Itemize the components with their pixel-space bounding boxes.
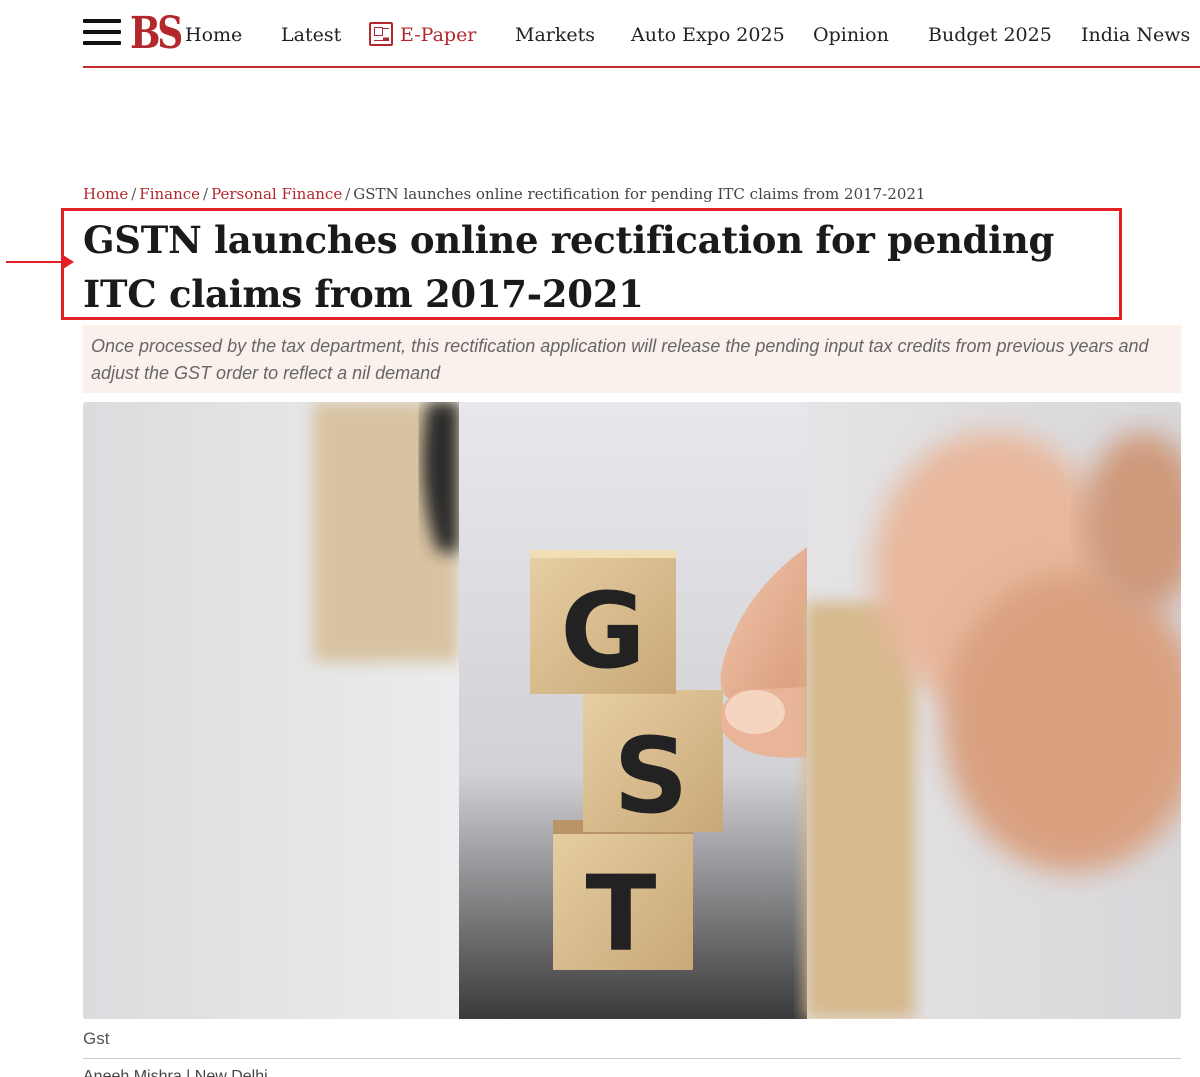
breadcrumb-current: GSTN launches online rectification for p… [353, 185, 926, 203]
site-logo[interactable]: BS [130, 4, 183, 64]
breadcrumb-home[interactable]: Home [83, 185, 128, 203]
breadcrumb-separator: / [131, 185, 137, 203]
article-summary: Once processed by the tax department, th… [83, 325, 1181, 393]
section-divider [83, 1058, 1181, 1059]
image-caption: Gst [83, 1029, 110, 1048]
annotation-arrow-line [6, 261, 66, 263]
nav-epaper[interactable]: E-Paper [369, 20, 476, 50]
nav-india-news[interactable]: India News [1081, 20, 1190, 50]
nav-opinion[interactable]: Opinion [813, 20, 889, 50]
article-hero-image: G S T [83, 402, 1181, 1019]
nav-epaper-label: E-Paper [400, 24, 477, 46]
nav-budget[interactable]: Budget 2025 [928, 20, 1052, 50]
breadcrumb: Home / Finance / Personal Finance / GSTN launc… [83, 183, 925, 205]
nav-home[interactable]: Home [185, 20, 242, 50]
hamburger-menu-icon[interactable] [83, 19, 121, 47]
newspaper-icon [369, 22, 393, 46]
image-letter-t: T [586, 853, 657, 975]
nav-auto-expo[interactable]: Auto Expo 2025 [631, 20, 785, 50]
article-byline: Aneeh Mishra | New Delhi [83, 1068, 268, 1077]
breadcrumb-separator: / [345, 185, 351, 203]
article-headline: GSTN launches online rectification for p… [83, 218, 1055, 316]
image-letter-s: S [614, 715, 689, 837]
breadcrumb-personal-finance[interactable]: Personal Finance [211, 185, 342, 203]
image-letter-g: G [560, 570, 645, 692]
breadcrumb-separator: / [203, 185, 209, 203]
breadcrumb-finance[interactable]: Finance [139, 185, 200, 203]
nav-latest[interactable]: Latest [281, 20, 341, 50]
nav-markets[interactable]: Markets [515, 20, 595, 50]
top-navigation: BS Home Latest E-Paper Markets Auto Expo… [83, 0, 1200, 68]
